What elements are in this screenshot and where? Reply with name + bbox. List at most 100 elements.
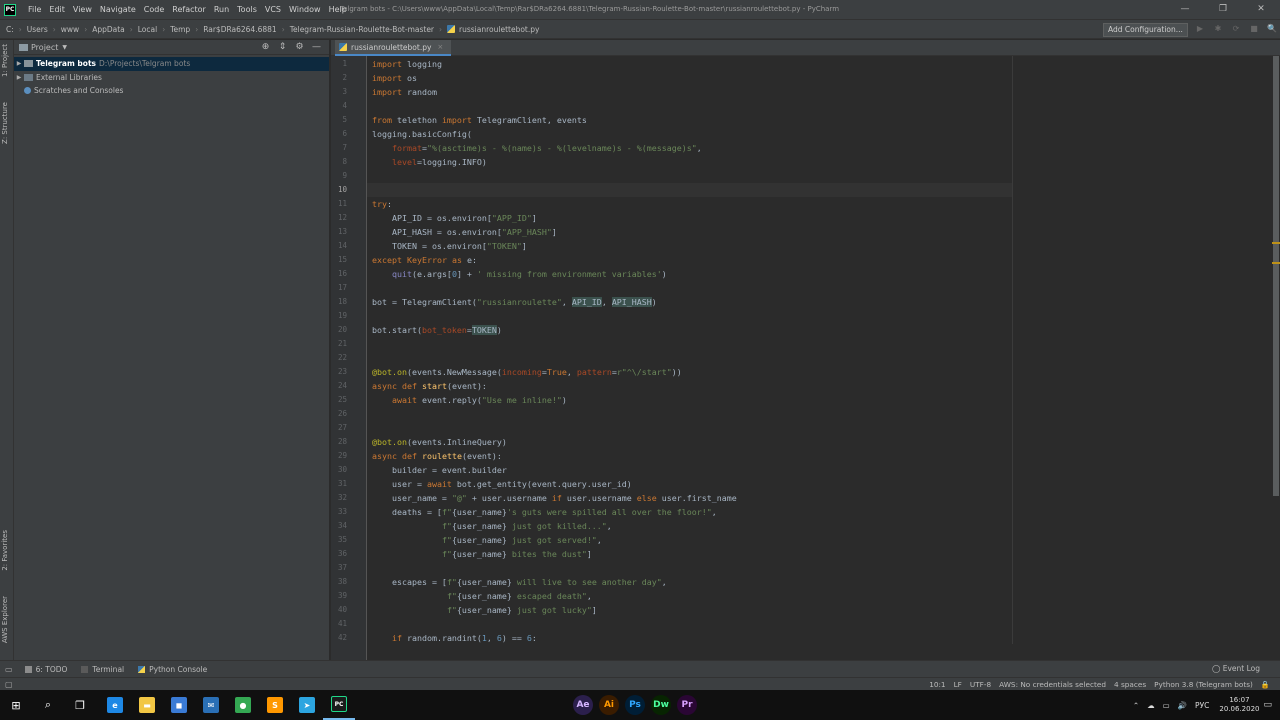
taskbar-app-pycharm[interactable]: PC — [323, 690, 355, 720]
minimize-button[interactable]: — — [1166, 0, 1204, 19]
code-line[interactable]: @bot.on(events.NewMessage(incoming=True,… — [367, 365, 1012, 379]
close-icon[interactable]: × — [437, 43, 443, 51]
line-number[interactable]: 13 — [334, 225, 347, 239]
code-line[interactable]: format="%(asctime)s - %(name)s - %(level… — [367, 141, 1012, 155]
code-line[interactable] — [367, 281, 1012, 295]
todo-tool-button[interactable]: 6: TODO — [24, 665, 67, 674]
line-number[interactable]: 33 — [334, 505, 347, 519]
taskbar-app-illustrator[interactable]: Ai — [596, 690, 622, 720]
code-line[interactable]: bot = TelegramClient("russianroulette", … — [367, 295, 1012, 309]
line-number[interactable]: 23 — [334, 365, 347, 379]
debug-icon[interactable]: ✱ — [1209, 24, 1227, 33]
onedrive-icon[interactable]: ☁ — [1147, 701, 1155, 710]
terminal-tool-button[interactable]: Terminal — [81, 665, 124, 674]
python-console-tool-button[interactable]: Python Console — [138, 665, 207, 674]
locate-icon[interactable]: ⊕ — [257, 42, 274, 52]
tree-item-scratches[interactable]: Scratches and Consoles — [14, 84, 329, 98]
breadcrumb-item[interactable]: C: — [6, 25, 14, 34]
menu-code[interactable]: Code — [140, 5, 168, 14]
project-view-selector[interactable]: Project — [31, 43, 58, 52]
line-number[interactable]: 31 — [334, 477, 347, 491]
code-line[interactable]: f"{user_name} just got served!", — [367, 533, 1012, 547]
code-line[interactable]: builder = event.builder — [367, 463, 1012, 477]
code-line[interactable]: if random.randint(1, 6) == 6: — [367, 631, 1012, 645]
code-line[interactable]: bot.start(bot_token=TOKEN) — [367, 323, 1012, 337]
line-number[interactable]: 10 — [334, 183, 347, 197]
line-number[interactable]: 20 — [334, 323, 347, 337]
aws-credentials[interactable]: AWS: No credentials selected — [999, 680, 1106, 689]
code-line[interactable]: f"{user_name} bites the dust"] — [367, 547, 1012, 561]
code-line[interactable] — [367, 99, 1012, 113]
code-line[interactable]: except KeyError as e: — [367, 253, 1012, 267]
expand-arrow-icon[interactable]: ▶ — [14, 74, 24, 81]
code-line[interactable] — [367, 169, 1012, 183]
expand-arrow-icon[interactable]: ▶ — [14, 60, 24, 67]
line-number[interactable]: 1 — [334, 57, 347, 71]
code-line[interactable] — [367, 337, 1012, 351]
code-line[interactable] — [367, 421, 1012, 435]
line-number[interactable]: 30 — [334, 463, 347, 477]
start-button[interactable]: ⊞ — [0, 690, 32, 720]
code-line[interactable]: import random — [367, 85, 1012, 99]
code-line[interactable]: from telethon import TelegramClient, eve… — [367, 113, 1012, 127]
tray-overflow-icon[interactable]: ⌃ — [1133, 701, 1139, 710]
breadcrumb-item[interactable]: russianroulettebot.py — [459, 25, 539, 34]
taskbar-app-edge[interactable]: e — [99, 690, 131, 720]
menu-refactor[interactable]: Refactor — [168, 5, 210, 14]
add-configuration-button[interactable]: Add Configuration... — [1103, 23, 1188, 37]
taskbar-app-mail[interactable]: ✉ — [195, 690, 227, 720]
code-line[interactable]: quit(e.args[0] + ' missing from environm… — [367, 267, 1012, 281]
menu-tools[interactable]: Tools — [233, 5, 261, 14]
code-line[interactable]: async def start(event): — [367, 379, 1012, 393]
taskbar-app-telegram[interactable]: ➤ — [291, 690, 323, 720]
close-button[interactable]: ✕ — [1242, 0, 1280, 19]
favorites-tool-tab[interactable]: 2: Favorites — [1, 530, 9, 571]
code-line[interactable]: try: — [367, 197, 1012, 211]
taskbar-app-premiere[interactable]: Pr — [674, 690, 700, 720]
rerun-icon[interactable]: ⟳ — [1227, 24, 1245, 33]
clock[interactable]: 16:07 20.06.2020 — [1219, 696, 1259, 714]
taskbar-app-photoshop[interactable]: Ps — [622, 690, 648, 720]
editor-tab-russianroulettebot[interactable]: russianroulettebot.py × — [335, 40, 452, 56]
code-line[interactable] — [367, 617, 1012, 631]
code-line[interactable]: async def roulette(event): — [367, 449, 1012, 463]
breadcrumb-item[interactable]: Telegram-Russian-Roulette-Bot-master — [290, 25, 434, 34]
status-toggle-icon[interactable]: ▢ — [5, 680, 13, 689]
line-number[interactable]: 17 — [334, 281, 347, 295]
menu-view[interactable]: View — [69, 5, 96, 14]
lock-icon[interactable]: 🔒 — [1261, 680, 1270, 689]
caret-position[interactable]: 10:1 — [929, 680, 945, 689]
code-line[interactable]: level=logging.INFO) — [367, 155, 1012, 169]
line-number[interactable]: 14 — [334, 239, 347, 253]
code-line[interactable]: API_HASH = os.environ["APP_HASH"] — [367, 225, 1012, 239]
line-number[interactable]: 36 — [334, 547, 347, 561]
breadcrumb-item[interactable]: www — [61, 25, 79, 34]
code-line[interactable]: TOKEN = os.environ["TOKEN"] — [367, 239, 1012, 253]
taskbar-app-dreamweaver[interactable]: Dw — [648, 690, 674, 720]
code-line[interactable]: f"{user_name} escaped death", — [367, 589, 1012, 603]
warning-marker[interactable] — [1272, 242, 1280, 244]
menu-edit[interactable]: Edit — [45, 5, 69, 14]
line-number[interactable]: 38 — [334, 575, 347, 589]
language-indicator[interactable]: РУС — [1195, 701, 1209, 710]
line-number[interactable]: 16 — [334, 267, 347, 281]
menu-navigate[interactable]: Navigate — [96, 5, 140, 14]
code-line[interactable]: import logging — [367, 57, 1012, 71]
taskbar-app-sublime[interactable]: S — [259, 690, 291, 720]
menu-vcs[interactable]: VCS — [261, 5, 285, 14]
line-number[interactable]: 39 — [334, 589, 347, 603]
menu-file[interactable]: File — [24, 5, 45, 14]
code-line[interactable]: await event.reply("Use me inline!") — [367, 393, 1012, 407]
code-line[interactable]: import os — [367, 71, 1012, 85]
notifications-icon[interactable]: ▭ — [1263, 700, 1272, 710]
collapse-icon[interactable]: ⇕ — [274, 42, 291, 52]
line-number[interactable]: 22 — [334, 351, 347, 365]
line-number[interactable]: 18 — [334, 295, 347, 309]
line-number[interactable]: 37 — [334, 561, 347, 575]
menu-window[interactable]: Window — [285, 5, 325, 14]
line-number[interactable]: 28 — [334, 435, 347, 449]
code-line[interactable]: logging.basicConfig( — [367, 127, 1012, 141]
file-encoding[interactable]: UTF-8 — [970, 680, 991, 689]
line-number[interactable]: 25 — [334, 393, 347, 407]
line-number[interactable]: 40 — [334, 603, 347, 617]
